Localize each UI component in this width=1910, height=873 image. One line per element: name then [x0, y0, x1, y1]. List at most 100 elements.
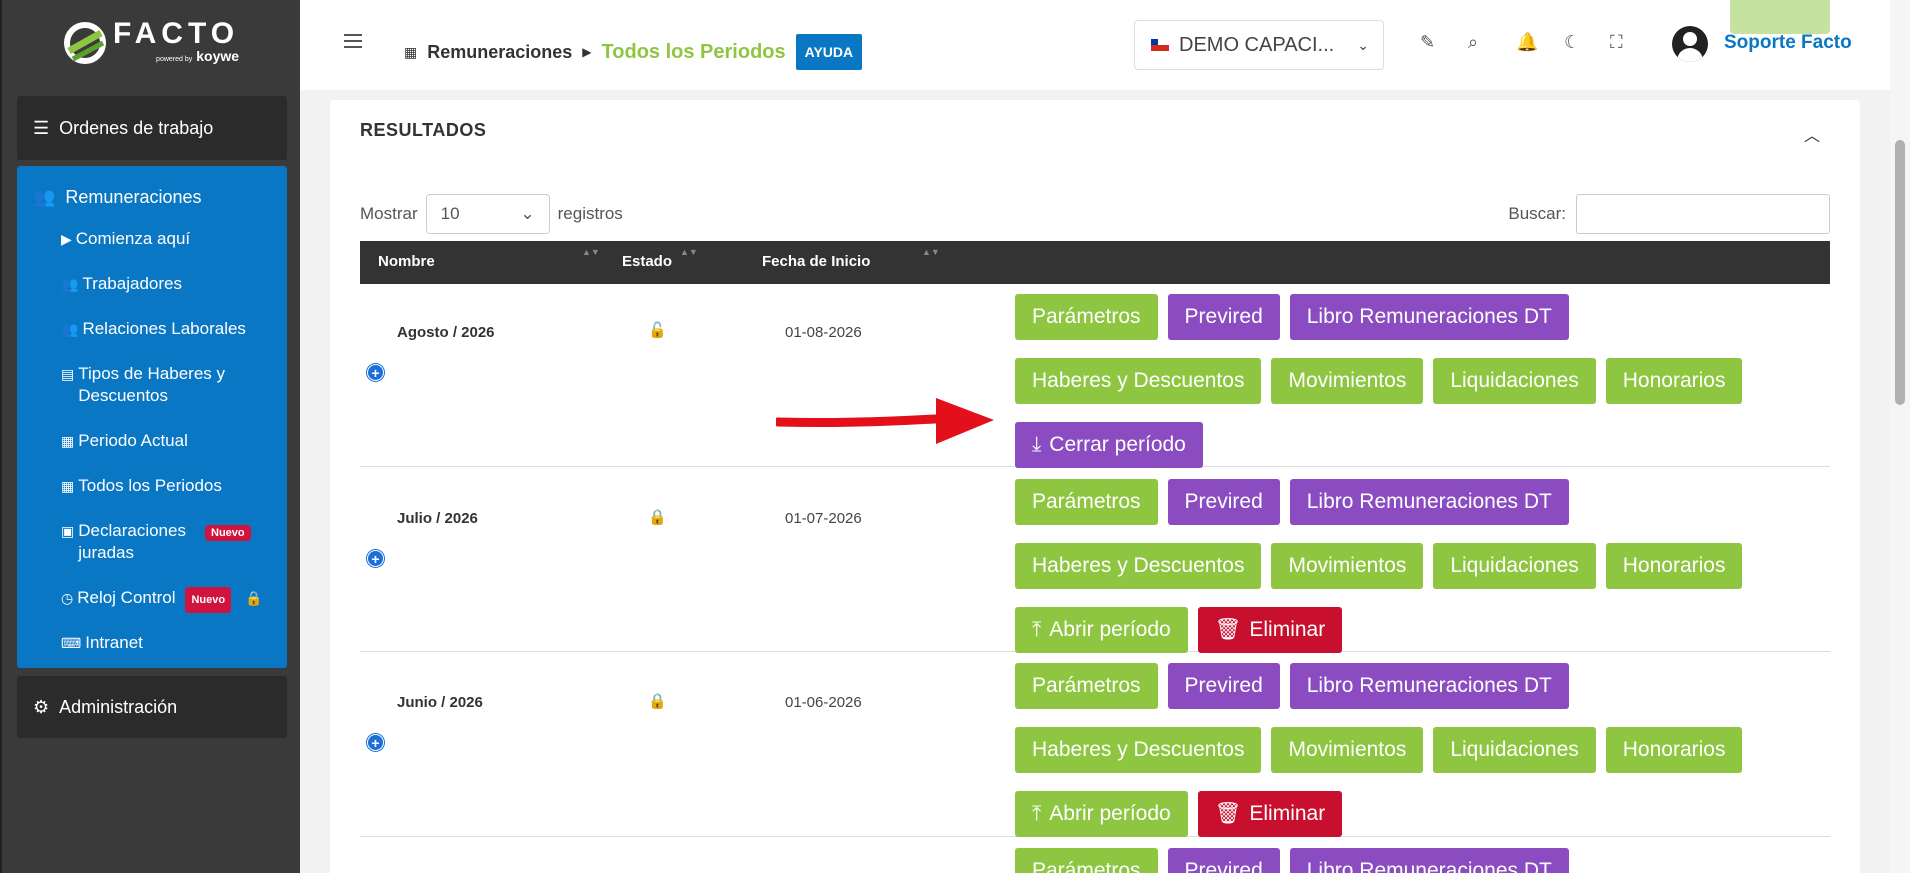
previred-button[interactable]: Previred: [1167, 848, 1280, 873]
gears-icon: ⚙: [33, 696, 50, 717]
search-input[interactable]: [1576, 194, 1830, 234]
sidebar-item-intranet[interactable]: ⌨ Intranet: [61, 632, 281, 654]
parametros-button[interactable]: Parámetros: [1015, 294, 1158, 340]
table-row: + Junio / 2026 🔒 01-06-2026 Parámetros P…: [360, 653, 1830, 837]
previred-button[interactable]: Previred: [1167, 663, 1280, 709]
period-name: Agosto / 2026: [397, 324, 495, 341]
period-date: 01-08-2026: [785, 324, 862, 341]
search-icon[interactable]: ⌕: [1468, 32, 1478, 53]
breadcrumb-parent[interactable]: Remuneraciones: [427, 42, 572, 63]
scrollbar[interactable]: [1890, 0, 1910, 873]
sidebar-item-label: Trabajadores: [82, 274, 182, 293]
period-name: Julio / 2026: [397, 510, 478, 527]
abrir-periodo-button[interactable]: ⤒ Abrir período: [1015, 791, 1188, 837]
haberes-button[interactable]: Haberes y Descuentos: [1015, 358, 1262, 404]
libro-button[interactable]: Libro Remuneraciones DT: [1289, 294, 1569, 340]
eliminar-label: Eliminar: [1249, 802, 1326, 825]
company-selector[interactable]: DEMO CAPACI... ⌄: [1134, 20, 1384, 70]
haberes-button[interactable]: Haberes y Descuentos: [1015, 727, 1262, 773]
table-header: Nombre ▲▼ Estado ▲▼ Fecha de Inicio ▲▼: [360, 241, 1830, 284]
avatar[interactable]: [1672, 26, 1708, 62]
sidebar-item-relaciones[interactable]: 👥 Relaciones Laborales: [61, 318, 281, 340]
bell-icon[interactable]: 🔔: [1516, 32, 1538, 53]
sidebar-item-periodo-actual[interactable]: ▦ Periodo Actual: [61, 430, 281, 452]
sidebar-item-label: Remuneraciones: [65, 186, 202, 207]
user-name[interactable]: Soporte Facto: [1724, 32, 1852, 54]
sidebar-item-tipos[interactable]: ▤ Tipos de Haberes y Descuentos: [61, 363, 281, 407]
menu-icon[interactable]: [344, 34, 362, 48]
liquidaciones-button[interactable]: Liquidaciones: [1433, 358, 1596, 404]
row-actions: Parámetros Previred Libro Remuneraciones…: [1015, 294, 1805, 468]
expand-icon[interactable]: +: [367, 550, 384, 567]
sidebar-item-administracion[interactable]: ⚙ Administración: [17, 676, 287, 738]
play-icon: ▶: [61, 231, 72, 247]
liquidaciones-button[interactable]: Liquidaciones: [1433, 543, 1596, 589]
sidebar: FACTO powered by koywe ☰ Ordenes de traba…: [0, 0, 300, 873]
download-icon: ⤓: [1032, 433, 1042, 456]
search-label: Buscar:: [1508, 204, 1566, 223]
liquidaciones-button[interactable]: Liquidaciones: [1433, 727, 1596, 773]
parametros-button[interactable]: Parámetros: [1015, 848, 1158, 873]
results-title: RESULTADOS: [360, 120, 487, 140]
expand-icon[interactable]: +: [367, 364, 384, 381]
honorarios-button[interactable]: Honorarios: [1605, 727, 1743, 773]
top-search-button[interactable]: [1730, 0, 1830, 34]
brand-company: koywe: [196, 48, 240, 64]
sidebar-item-todos-periodos[interactable]: ▦ Todos los Periodos: [61, 475, 281, 497]
cerrar-label: Cerrar período: [1049, 433, 1186, 456]
page-length-value: 10: [440, 204, 460, 223]
honorarios-button[interactable]: Honorarios: [1605, 358, 1743, 404]
period-name: Junio / 2026: [397, 694, 483, 711]
calendar-icon: ▦: [404, 43, 418, 60]
sort-icon: ▲▼: [922, 247, 940, 257]
movimientos-button[interactable]: Movimientos: [1271, 543, 1424, 589]
honorarios-button[interactable]: Honorarios: [1605, 543, 1743, 589]
records-label: registros: [557, 204, 623, 223]
cerrar-periodo-button[interactable]: ⤓ Cerrar período: [1015, 422, 1203, 468]
breadcrumb-current: Todos los Periodos: [601, 40, 786, 63]
column-nombre[interactable]: Nombre: [378, 253, 435, 270]
page-length-select[interactable]: 10 ⌄: [425, 194, 550, 234]
period-date: 01-06-2026: [785, 694, 862, 711]
clock-icon: ◷: [61, 590, 74, 606]
nuevo-badge: Nuevo: [185, 587, 232, 613]
lock-icon: 🔒: [648, 509, 667, 526]
parametros-button[interactable]: Parámetros: [1015, 663, 1158, 709]
movimientos-button[interactable]: Movimientos: [1271, 358, 1424, 404]
nuevo-badge: Nuevo: [205, 525, 251, 541]
haberes-button[interactable]: Haberes y Descuentos: [1015, 543, 1262, 589]
eliminar-label: Eliminar: [1249, 618, 1326, 641]
sidebar-item-trabajadores[interactable]: 👥 Trabajadores: [61, 273, 281, 295]
moon-icon[interactable]: ☾: [1564, 32, 1580, 53]
sidebar-item-ordenes[interactable]: ☰ Ordenes de trabajo: [17, 96, 287, 160]
row-actions: Parámetros Previred Libro Remuneraciones…: [1015, 848, 1805, 873]
scrollbar-thumb[interactable]: [1895, 140, 1905, 405]
top-header: ▦ Remuneraciones ▶ Todos los Periodos AY…: [300, 0, 1910, 90]
facto-logo-icon: [63, 22, 106, 64]
sidebar-item-comienza[interactable]: ▶ Comienza aquí: [61, 228, 281, 250]
unlock-icon: 🔓: [648, 322, 667, 339]
column-fecha[interactable]: Fecha de Inicio: [762, 253, 870, 270]
libro-button[interactable]: Libro Remuneraciones DT: [1289, 479, 1569, 525]
signature-icon[interactable]: ✎: [1420, 32, 1435, 53]
eliminar-button[interactable]: 🗑 Eliminar: [1197, 607, 1343, 653]
abrir-periodo-button[interactable]: ⤒ Abrir período: [1015, 607, 1188, 653]
sidebar-item-reloj[interactable]: ◷ Reloj Control Nuevo 🔒: [61, 587, 281, 613]
chevron-up-icon[interactable]: ︿: [1804, 122, 1820, 146]
calendar-icon: ▦: [61, 433, 75, 449]
column-estado[interactable]: Estado: [622, 253, 672, 270]
help-button[interactable]: AYUDA: [795, 34, 863, 70]
movimientos-button[interactable]: Movimientos: [1271, 727, 1424, 773]
sidebar-item-remuneraciones[interactable]: 👥 Remuneraciones: [17, 166, 287, 228]
previred-button[interactable]: Previred: [1167, 294, 1280, 340]
fullscreen-icon[interactable]: ⛶: [1610, 32, 1623, 53]
parametros-button[interactable]: Parámetros: [1015, 479, 1158, 525]
sidebar-item-label: Comienza aquí: [75, 229, 191, 248]
expand-icon[interactable]: +: [367, 734, 384, 751]
sort-icon: ▲▼: [582, 247, 600, 257]
libro-button[interactable]: Libro Remuneraciones DT: [1289, 848, 1569, 873]
previred-button[interactable]: Previred: [1167, 479, 1280, 525]
libro-button[interactable]: Libro Remuneraciones DT: [1289, 663, 1569, 709]
eliminar-button[interactable]: 🗑 Eliminar: [1197, 791, 1343, 837]
facto-logo[interactable]: FACTO powered by koywe: [2, 0, 300, 86]
